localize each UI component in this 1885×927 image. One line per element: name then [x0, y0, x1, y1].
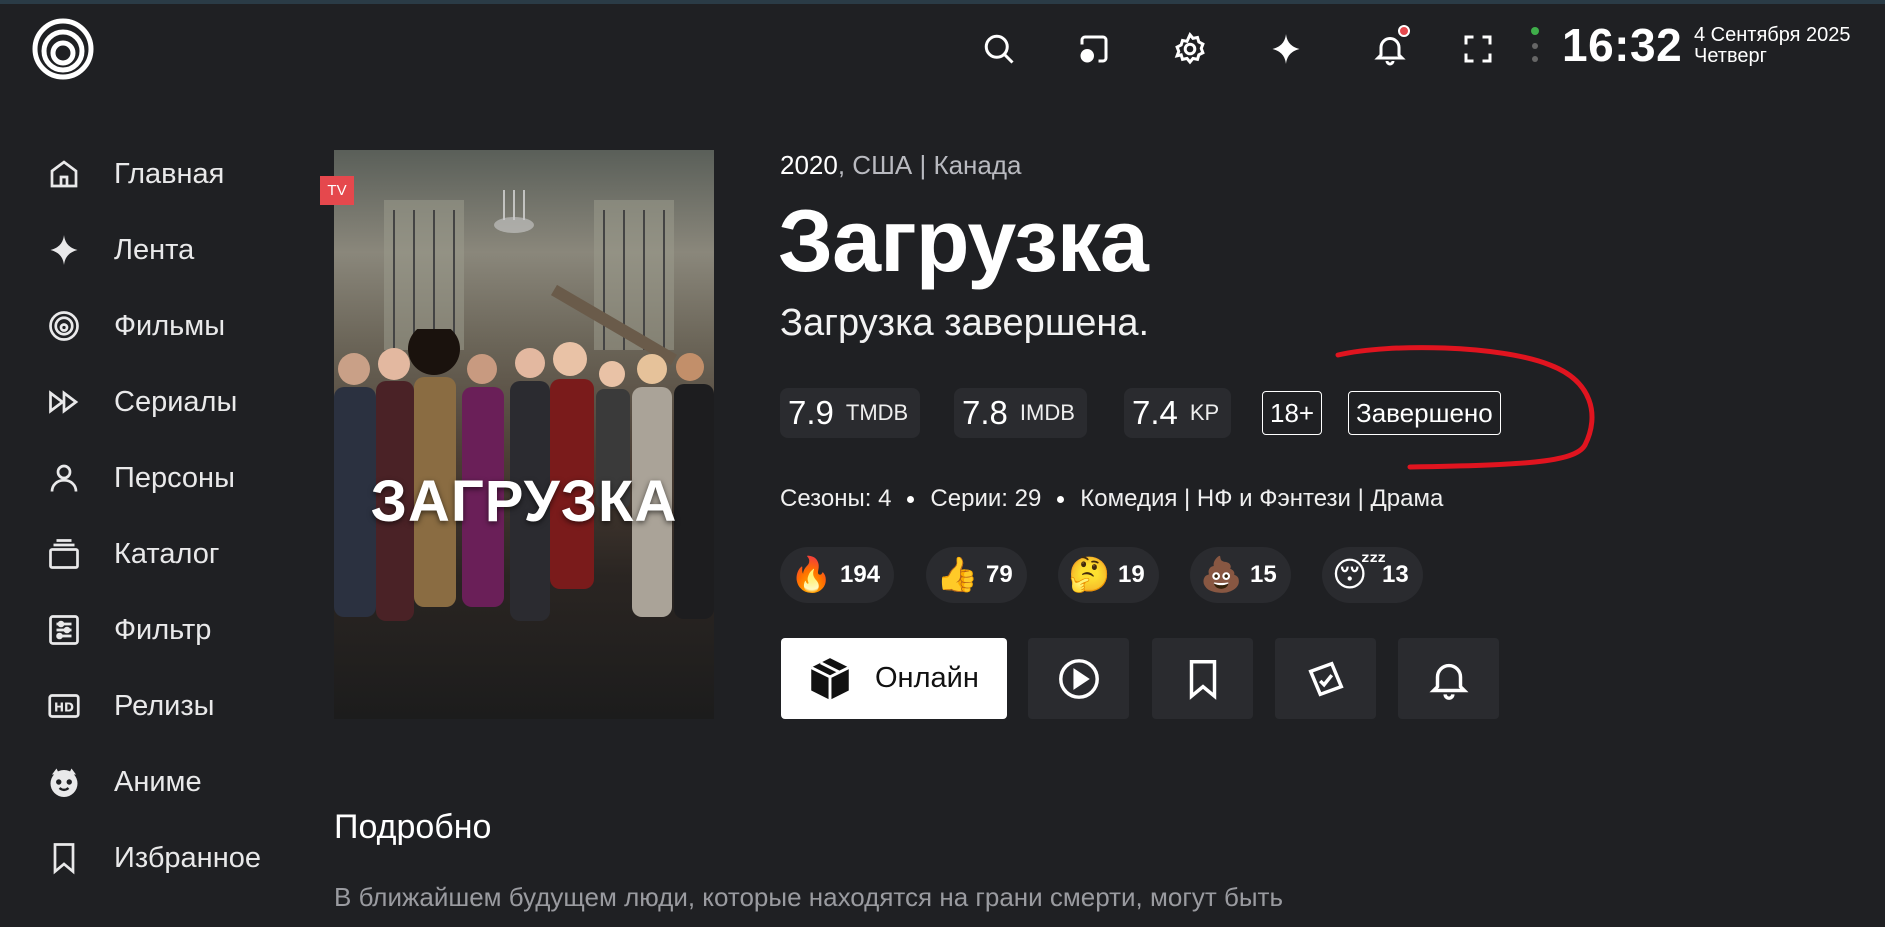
rating-imdb: 7.8 IMDB	[954, 388, 1087, 438]
reaction-count: 194	[840, 561, 881, 588]
app-logo[interactable]	[32, 18, 94, 80]
sidebar-item-filter[interactable]: Фильтр	[44, 602, 211, 658]
fullscreen-icon[interactable]	[1456, 27, 1500, 71]
episodes: Серии: 29	[930, 485, 1042, 512]
sidebar-item-label: Персоны	[114, 461, 235, 494]
reaction-count: 15	[1250, 561, 1277, 588]
cast-icon[interactable]	[1072, 27, 1116, 71]
edit-button[interactable]	[1275, 638, 1376, 719]
hd-icon: HD	[44, 686, 84, 726]
reaction-fire[interactable]: 🔥 194	[780, 547, 895, 603]
person-icon	[44, 458, 84, 498]
bookmark-button[interactable]	[1152, 638, 1253, 719]
details-heading: Подробно	[334, 808, 492, 846]
rating-source: TMDB	[845, 400, 909, 425]
reaction-count: 79	[986, 561, 1013, 588]
rating-kp: 7.4 KP	[1124, 388, 1232, 438]
rating-value: 7.4	[1132, 394, 1178, 431]
sidebar-item-label: Главная	[114, 157, 225, 190]
poster-image[interactable]: ЗАГРУЗКА	[334, 150, 714, 719]
watch-online-button[interactable]: Онлайн	[781, 638, 1007, 719]
sidebar-item-label: Аниме	[114, 765, 202, 798]
sidebar-item-feed[interactable]: Лента	[44, 222, 194, 278]
gear-icon[interactable]	[1168, 27, 1212, 71]
thinking-face-icon: 🤔	[1068, 556, 1111, 594]
age-badge: 18+	[1262, 391, 1323, 435]
catalog-icon	[44, 534, 84, 574]
rating-value: 7.8	[962, 394, 1008, 431]
svg-text:HD: HD	[54, 700, 74, 714]
reaction-poop[interactable]: 💩 15	[1190, 547, 1291, 603]
poster-title: ЗАГРУЗКА	[370, 469, 678, 534]
sidebar-item-label: Фильмы	[114, 309, 226, 342]
date-display: 4 Сентября 2025 Четверг	[1694, 25, 1851, 67]
watch-online-label: Онлайн	[875, 662, 979, 694]
genres: Комедия | НФ и Фэнтези | Драма	[1080, 485, 1444, 512]
sidebar-item-label: Фильтр	[114, 613, 212, 646]
reaction-count: 13	[1382, 561, 1409, 588]
year: 2020	[780, 150, 838, 180]
film-reel-icon	[44, 306, 84, 346]
sidebar-item-anime[interactable]: Аниме	[44, 754, 202, 810]
weekday: Четверг	[1694, 45, 1767, 67]
connection-status-icon	[1530, 26, 1540, 66]
top-border	[0, 0, 1885, 4]
series-facts: Сезоны: 4 Серии: 29 Комедия | НФ и Фэнте…	[780, 485, 1443, 513]
play-trailer-button[interactable]	[1028, 638, 1129, 719]
home-icon	[44, 154, 84, 194]
sidebar-item-catalog[interactable]: Каталог	[44, 526, 219, 582]
bell-icon	[1429, 663, 1468, 700]
fast-forward-icon	[44, 382, 84, 422]
reaction-thinking[interactable]: 🤔 19	[1058, 547, 1159, 603]
sidebar-item-label: Избранное	[114, 841, 261, 874]
notification-dot	[1398, 25, 1410, 37]
fire-icon: 🔥	[790, 556, 833, 594]
page-title: Загрузка	[778, 191, 1149, 290]
search-icon[interactable]	[977, 27, 1021, 71]
sidebar-item-favorites[interactable]: Избранное	[44, 830, 261, 886]
box-icon	[810, 657, 850, 700]
sidebar-item-persons[interactable]: Персоны	[44, 450, 235, 506]
tagline: Загрузка завершена.	[780, 302, 1150, 344]
description: В ближайшем будущем люди, которые находя…	[334, 882, 1283, 912]
year-country: 2020, США | Канада	[780, 150, 1022, 181]
thumbs-up-icon: 👍	[936, 556, 979, 594]
sidebar-item-label: Релизы	[114, 689, 215, 722]
separator-dot	[1057, 495, 1065, 503]
reaction-sleepy[interactable]: 😴 13	[1322, 547, 1423, 603]
separator-dot	[907, 495, 915, 503]
play-icon	[1058, 658, 1099, 699]
seasons: Сезоны: 4	[780, 485, 892, 512]
rating-source: KP	[1189, 400, 1220, 425]
rating-value: 7.9	[788, 394, 834, 431]
rating-tmdb: 7.9 TMDB	[780, 388, 921, 438]
reaction-thumbs-up[interactable]: 👍 79	[926, 547, 1027, 603]
sparkle-icon[interactable]	[1264, 27, 1308, 71]
reaction-count: 19	[1118, 561, 1145, 588]
sparkle-icon	[44, 230, 84, 270]
sidebar-item-movies[interactable]: Фильмы	[44, 298, 225, 354]
clock: 16:32	[1562, 19, 1683, 71]
sidebar-item-label: Лента	[114, 233, 195, 266]
bookmark-icon	[44, 838, 84, 878]
sidebar-item-home[interactable]: Главная	[44, 146, 224, 202]
sidebar-item-series[interactable]: Сериалы	[44, 374, 237, 430]
filter-sliders-icon	[44, 610, 84, 650]
anime-face-icon	[44, 762, 84, 802]
countries: , США | Канада	[837, 150, 1022, 180]
date: 4 Сентября 2025	[1694, 24, 1851, 46]
sleeping-face-icon: 😴	[1332, 556, 1387, 594]
sidebar-item-label: Сериалы	[114, 385, 238, 418]
bell-icon[interactable]	[1368, 25, 1412, 71]
edit-note-icon	[1307, 660, 1344, 697]
status-badge: Завершено	[1348, 391, 1501, 435]
sidebar-item-releases[interactable]: HD Релизы	[44, 678, 215, 734]
sidebar-item-label: Каталог	[114, 537, 220, 570]
rating-source: IMDB	[1019, 400, 1075, 425]
subscribe-button[interactable]	[1398, 638, 1499, 719]
bookmark-icon	[1189, 659, 1216, 700]
tv-badge: TV	[320, 176, 354, 205]
poop-icon: 💩	[1200, 556, 1243, 594]
